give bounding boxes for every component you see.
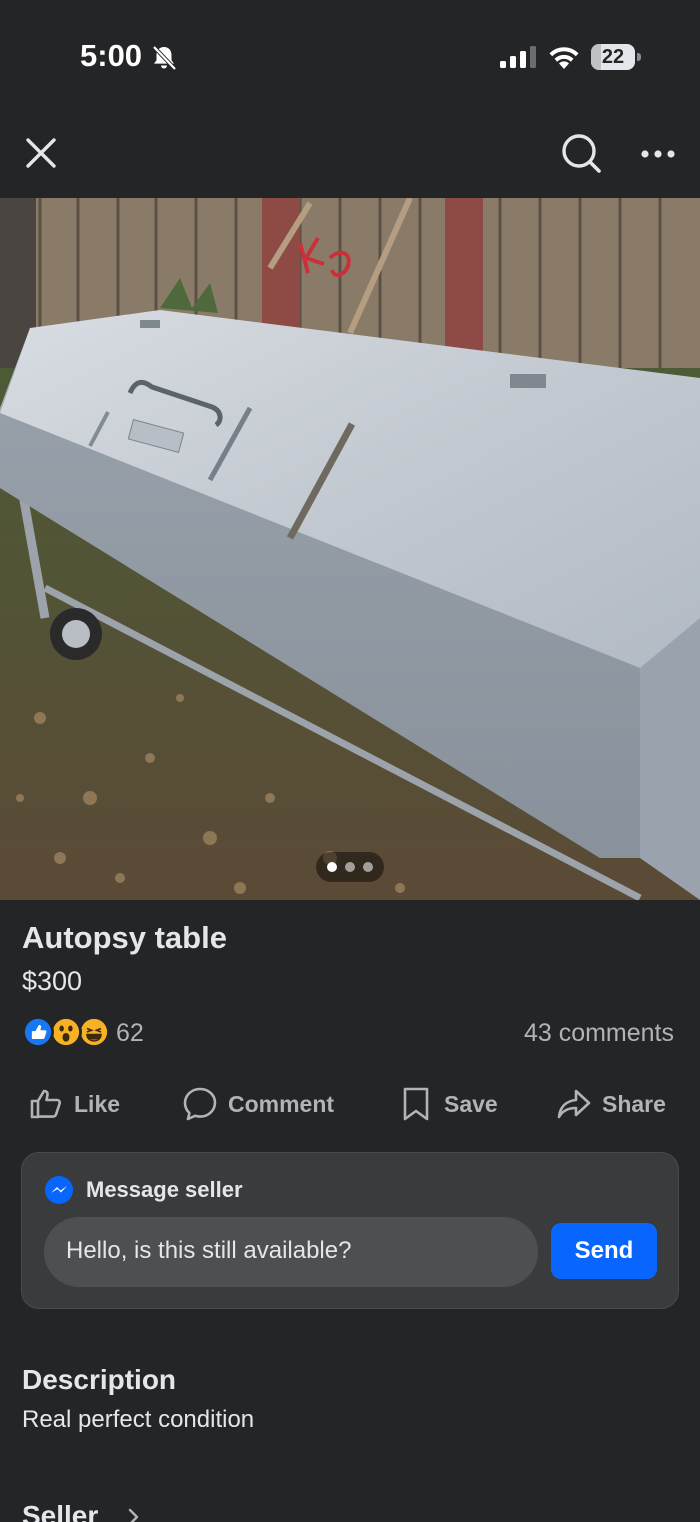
- haha-reaction-icon: [78, 1016, 110, 1048]
- bell-off-icon: [152, 45, 177, 71]
- send-button[interactable]: Send: [551, 1223, 657, 1279]
- carousel-dot-3[interactable]: [363, 862, 373, 872]
- share-label: Share: [602, 1090, 666, 1117]
- carousel-dot-2[interactable]: [345, 862, 355, 872]
- like-label: Like: [74, 1090, 121, 1117]
- thumbs-up-icon: [30, 1089, 62, 1119]
- like-button[interactable]: Like: [28, 1084, 120, 1124]
- message-input[interactable]: Hello, is this still available?: [44, 1217, 538, 1287]
- bookmark-icon: [403, 1087, 429, 1121]
- description-text: Real perfect condition: [22, 1406, 255, 1433]
- reaction-summary[interactable]: 62: [22, 1016, 162, 1050]
- wow-reaction-icon: [50, 1016, 82, 1048]
- status-bar: 5:00 22: [0, 0, 700, 110]
- message-seller-label: Message seller: [86, 1177, 243, 1202]
- carousel-dot-1[interactable]: [327, 862, 337, 872]
- battery-icon: 22: [591, 44, 641, 70]
- save-label: Save: [444, 1090, 498, 1117]
- seller-heading[interactable]: Seller: [22, 1500, 98, 1522]
- listing-photo-image: [0, 198, 700, 900]
- comments-count[interactable]: 43 comments: [524, 1019, 674, 1048]
- wifi-icon: [549, 47, 579, 69]
- share-button[interactable]: Share: [556, 1084, 666, 1124]
- save-button[interactable]: Save: [398, 1084, 498, 1124]
- carousel-indicator: [316, 852, 384, 882]
- like-reaction-icon: [22, 1016, 54, 1048]
- reaction-count: 62: [116, 1019, 144, 1047]
- close-icon[interactable]: [24, 136, 58, 170]
- more-icon[interactable]: [640, 142, 676, 166]
- comment-button[interactable]: Comment: [182, 1084, 334, 1124]
- status-time: 5:00: [80, 38, 143, 73]
- search-icon[interactable]: [560, 132, 602, 174]
- message-seller-card: Message seller Hello, is this still avai…: [21, 1152, 679, 1309]
- share-icon: [557, 1089, 591, 1119]
- comment-icon: [183, 1087, 217, 1121]
- description-heading: Description: [22, 1364, 177, 1395]
- listing-title: Autopsy table: [22, 920, 227, 955]
- chevron-right-icon[interactable]: [124, 1508, 142, 1522]
- comment-label: Comment: [228, 1090, 335, 1117]
- battery-percentage: 22: [601, 46, 625, 68]
- message-input-value: Hello, is this still available?: [66, 1237, 352, 1264]
- messenger-icon: [45, 1176, 73, 1204]
- cellular-signal-icon: [500, 46, 536, 68]
- listing-photo[interactable]: [0, 198, 700, 900]
- listing-price: $300: [22, 966, 83, 996]
